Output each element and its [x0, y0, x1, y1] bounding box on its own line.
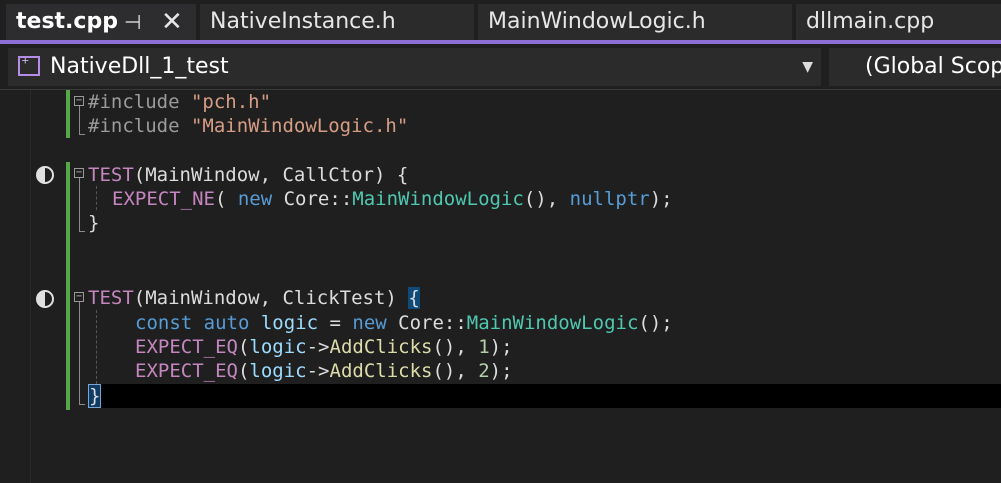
keyword: new — [237, 188, 273, 210]
operator: = — [318, 312, 353, 334]
tab-label: test.cpp — [16, 9, 118, 34]
variable: logic — [249, 336, 307, 358]
operator: -> — [306, 360, 330, 382]
closing-brace: } — [88, 212, 100, 234]
code-line-9: TEST(MainWindow, ClickTest) { — [88, 286, 420, 310]
project-dropdown[interactable]: ⁺ NativeDll_1_test ▼ — [8, 48, 821, 86]
punct: ( — [237, 336, 250, 358]
punct: ); — [489, 360, 513, 382]
scope-dropdown[interactable]: (Global Scop — [829, 48, 1001, 86]
matched-brace: { — [408, 287, 420, 309]
code-line-2: #include "MainWindowLogic.h" — [88, 114, 408, 138]
current-line-highlight — [100, 384, 1001, 408]
fold-guide — [79, 178, 80, 231]
test-status-icon[interactable] — [36, 290, 54, 308]
tab-nativeinstance-h[interactable]: NativeInstance.h — [200, 4, 474, 40]
function-call: AddClicks — [329, 336, 433, 358]
matched-brace: } — [88, 384, 102, 408]
chevron-down-icon[interactable]: ▼ — [802, 48, 813, 86]
pin-icon[interactable]: ⊣ — [124, 4, 141, 40]
class-name: MainWindowLogic — [466, 312, 639, 334]
code-line-10: const auto logic = new Core::MainWindowL… — [135, 311, 673, 335]
fold-guide-end — [79, 404, 85, 405]
class-name: MainWindowLogic — [352, 188, 524, 210]
code-line-11: EXPECT_EQ(logic->AddClicks(), 1); — [135, 335, 513, 359]
variable: logic — [249, 312, 319, 334]
indent-guide — [96, 310, 97, 384]
variable: logic — [249, 360, 307, 382]
code-line-6: } — [88, 211, 99, 235]
test-macro: TEST — [88, 287, 134, 309]
expect-macro: EXPECT_EQ — [135, 336, 238, 358]
collapse-icon[interactable]: − — [74, 292, 84, 302]
navigation-bar: ⁺ NativeDll_1_test ▼ (Global Scop — [0, 44, 1001, 90]
punct: ); — [649, 188, 673, 210]
number-literal: 1 — [478, 336, 490, 358]
collapse-icon[interactable]: − — [74, 168, 84, 178]
punct: ( — [237, 360, 250, 382]
code-line-1: #include "pch.h" — [88, 90, 271, 114]
tab-label: dllmain.cpp — [806, 9, 935, 34]
test-args: (MainWindow, CallCtor) { — [133, 164, 409, 186]
keyword: new — [352, 312, 387, 334]
tab-label: NativeInstance.h — [210, 9, 396, 34]
code-line-4: TEST(MainWindow, CallCtor) { — [88, 163, 408, 187]
code-line-12: EXPECT_EQ(logic->AddClicks(), 2); — [135, 359, 513, 383]
operator: -> — [306, 336, 330, 358]
punct: ( — [214, 188, 238, 210]
keyword: const — [135, 312, 193, 334]
collapse-icon[interactable]: − — [74, 96, 84, 106]
fold-guide — [79, 106, 80, 134]
fold-guide-end — [79, 231, 85, 232]
test-macro: TEST — [88, 164, 134, 186]
scope-operator: :: — [329, 188, 353, 210]
code-line-13: } — [88, 384, 102, 408]
function-call: AddClicks — [329, 360, 433, 382]
include-directive: #include — [88, 91, 180, 113]
scope-operator: :: — [443, 312, 467, 334]
punct: ); — [489, 336, 513, 358]
tab-test-cpp[interactable]: test.cpp ⊣ ✕ — [6, 4, 196, 40]
test-args: (MainWindow, ClickTest) — [133, 287, 409, 309]
close-icon[interactable]: ✕ — [161, 4, 183, 40]
punct: (), — [432, 336, 479, 358]
punct: (), — [432, 360, 479, 382]
punct: (), — [523, 188, 570, 210]
include-path: "pch.h" — [190, 91, 272, 113]
project-name: NativeDll_1_test — [50, 54, 229, 79]
expect-macro: EXPECT_EQ — [135, 360, 238, 382]
test-status-icon[interactable] — [36, 166, 54, 184]
namespace: Core — [272, 188, 330, 210]
scope-label: (Global Scop — [865, 54, 1001, 79]
expect-macro: EXPECT_NE — [112, 188, 215, 210]
keyword: nullptr — [569, 188, 650, 210]
fold-guide — [79, 302, 80, 404]
include-directive: #include — [88, 115, 180, 137]
code-editor[interactable]: − − − #include "pch.h" #include "MainWin… — [0, 90, 1001, 483]
tab-mainwindowlogic-h[interactable]: MainWindowLogic.h — [478, 4, 792, 40]
include-path: "MainWindowLogic.h" — [190, 115, 409, 137]
tab-label: MainWindowLogic.h — [488, 9, 706, 34]
change-indicator — [66, 162, 70, 410]
gutter-divider — [30, 90, 31, 483]
number-literal: 2 — [478, 360, 490, 382]
code-line-5: EXPECT_NE( new Core::MainWindowLogic(), … — [112, 187, 673, 211]
change-indicator — [66, 90, 70, 138]
document-tab-strip: test.cpp ⊣ ✕ NativeInstance.h MainWindow… — [0, 0, 1001, 40]
keyword: auto — [192, 312, 250, 334]
fold-guide-end — [79, 134, 85, 135]
punct: (); — [638, 312, 673, 334]
tab-dllmain-cpp[interactable]: dllmain.cpp — [796, 4, 1001, 40]
namespace: Core — [386, 312, 444, 334]
indent-guide — [96, 186, 97, 210]
cpp-project-icon: ⁺ — [18, 54, 40, 76]
